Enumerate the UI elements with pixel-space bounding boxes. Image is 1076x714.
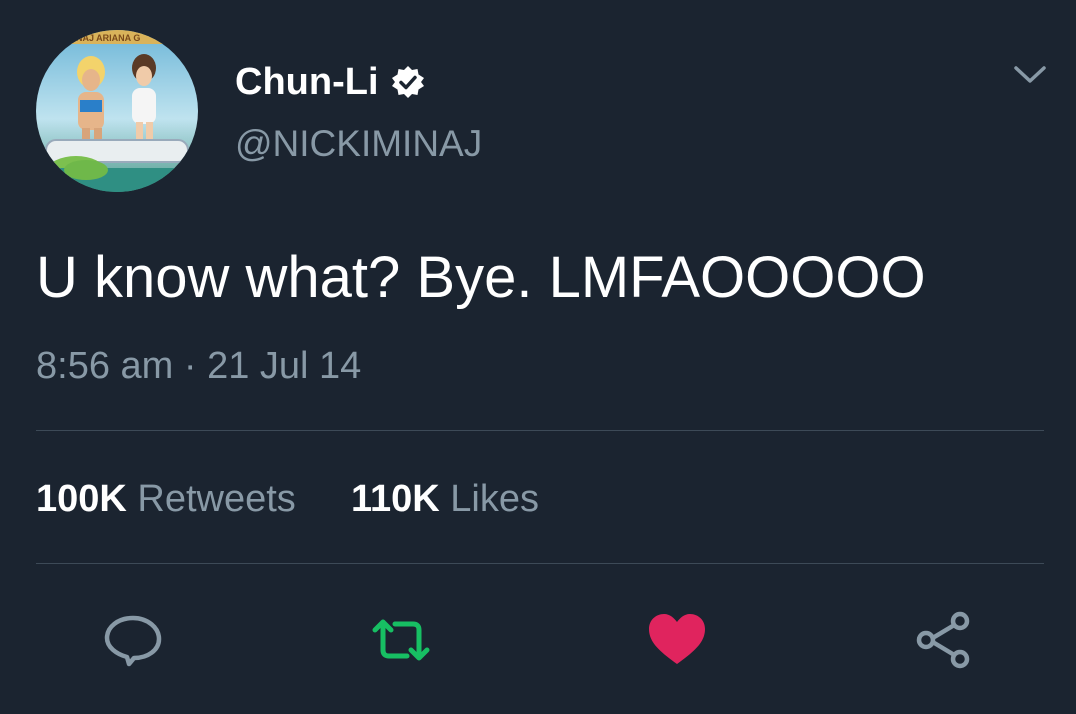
tweet-timestamp[interactable]: 8:56 am · 21 Jul 14 [36,342,361,390]
divider-bottom [36,563,1044,564]
avatar-image: MINAJ ARIANA G [36,30,198,192]
meta-separator: · [183,345,197,387]
avatar[interactable]: MINAJ ARIANA G [36,30,198,192]
chevron-down-icon[interactable] [1012,60,1048,88]
reply-icon [104,615,162,667]
heart-icon [649,614,705,664]
retweets-label: Retweets [137,478,296,520]
svg-text:MINAJ ARIANA G: MINAJ ARIANA G [66,33,140,43]
share-button[interactable] [912,608,976,672]
likes-count: 110K [350,478,440,520]
tweet-text: U know what? Bye. LMFAOOOOO [36,245,926,310]
tweet-stats: 100K Retweets 110K Likes [36,474,539,524]
retweets-count: 100K [36,478,127,520]
display-name-text: Chun-Li [235,61,379,103]
tweet-date: 21 Jul 14 [207,345,362,387]
likes-stat[interactable]: 110K Likes [351,478,539,520]
retweet-icon [372,619,430,661]
likes-label: Likes [450,478,539,520]
retweet-button[interactable] [369,608,433,672]
user-handle[interactable]: @NICKIMINAJ [235,122,482,166]
tweet-time: 8:56 am [36,345,174,387]
share-icon [916,611,970,669]
retweets-stat[interactable]: 100K Retweets [36,478,306,520]
verified-badge-icon [391,65,425,99]
reply-button[interactable] [101,608,165,672]
display-name[interactable]: Chun-Li [235,60,425,104]
like-button[interactable] [645,608,709,672]
divider-top [36,430,1044,431]
